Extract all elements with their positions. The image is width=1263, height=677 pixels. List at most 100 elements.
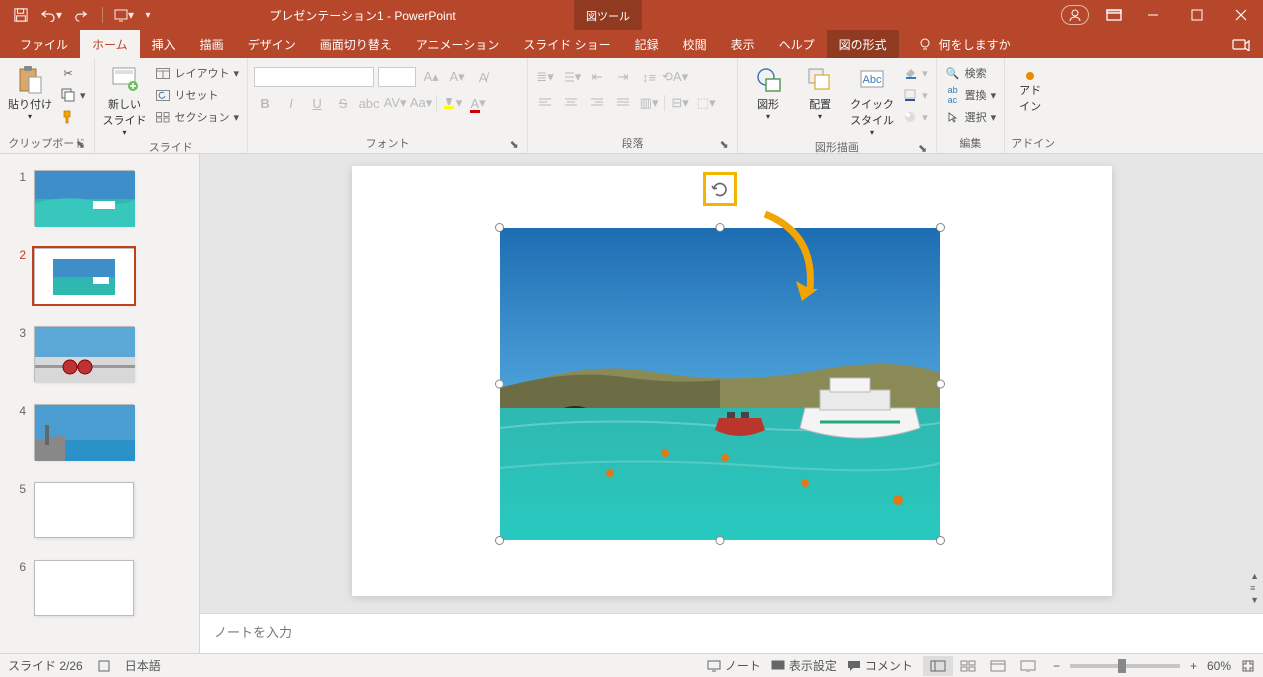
zoom-in-button[interactable]: + [1190,659,1197,673]
drawing-launcher[interactable]: ⬊ [916,141,930,155]
font-family-select[interactable] [254,67,374,87]
thumb-3[interactable]: 3 [0,322,199,400]
font-launcher[interactable]: ⬊ [507,137,521,151]
change-case-button[interactable]: Aa▾ [410,93,432,113]
section-button[interactable]: セクション ▾ [153,108,242,126]
slide-thumbnail[interactable] [34,560,134,616]
thumb-4[interactable]: 4 [0,400,199,478]
underline-button[interactable]: U [306,93,328,113]
font-color-button[interactable]: A▾ [467,93,489,113]
notes-pane[interactable]: ノートを入力 [200,613,1263,653]
bullets-button[interactable]: ≣▾ [534,67,556,87]
tab-picture-format[interactable]: 図の形式 [827,30,899,58]
smartart-button[interactable]: ⬚▾ [695,93,717,113]
tab-draw[interactable]: 描画 [188,30,236,58]
minimize-button[interactable] [1131,0,1175,30]
text-direction-button[interactable]: ⟲A▾ [664,67,686,87]
tab-record[interactable]: 記録 [623,30,671,58]
align-text-button[interactable]: ⊟▾ [669,93,691,113]
shadow-button[interactable]: abc [358,93,380,113]
spellcheck-button[interactable] [97,659,111,673]
qat-customize-button[interactable]: ▾ [141,3,155,27]
slide-canvas[interactable] [352,166,1112,596]
language-indicator[interactable]: 日本語 [125,657,161,674]
zoom-slider[interactable] [1070,664,1180,668]
increase-font-icon[interactable]: A▴ [420,67,442,87]
rotation-handle[interactable] [703,172,737,206]
arrange-button[interactable]: 配置▾ [796,62,844,121]
splitter-up-icon[interactable]: ▲ [1250,571,1259,581]
zoom-out-button[interactable]: − [1053,659,1060,673]
addins-button[interactable]: アド イン [1011,62,1049,114]
slide-panel[interactable]: 1 2 3 4 5 6 [0,154,200,653]
thumb-6[interactable]: 6 [0,556,199,634]
tab-insert[interactable]: 挿入 [140,30,188,58]
undo-button[interactable]: ▾ [38,3,64,27]
select-button[interactable]: 選択 ▾ [943,108,999,126]
clear-formatting-icon[interactable]: A̸ [472,67,494,87]
cut-button[interactable]: ✂ [58,64,88,82]
splitter-down-icon[interactable]: ▼ [1250,595,1259,605]
tab-transitions[interactable]: 画面切り替え [308,30,404,58]
find-button[interactable]: 🔍検索 [943,64,999,82]
selected-picture[interactable] [500,228,940,540]
bold-button[interactable]: B [254,93,276,113]
char-spacing-button[interactable]: AV▾ [384,93,406,113]
display-settings-button[interactable]: 表示設定 [771,657,837,674]
slide-canvas-scroll[interactable]: ▲ ≡ ▼ [200,154,1263,613]
tab-home[interactable]: ホーム [80,30,140,58]
slide-thumbnail[interactable] [34,404,134,460]
fit-to-window-button[interactable] [1241,659,1255,673]
increase-indent-button[interactable]: ⇥ [612,67,634,87]
tab-design[interactable]: デザイン [236,30,308,58]
numbering-button[interactable]: ▾ [560,67,582,87]
align-right-button[interactable] [586,93,608,113]
align-center-button[interactable] [560,93,582,113]
thumb-1[interactable]: 1 [0,166,199,244]
paragraph-launcher[interactable]: ⬊ [717,137,731,151]
copy-button[interactable]: ▾ [58,86,88,104]
thumb-2[interactable]: 2 [0,244,199,322]
slide-thumbnail[interactable] [34,170,134,226]
italic-button[interactable]: I [280,93,302,113]
sorter-view-button[interactable] [953,656,983,676]
quick-styles-button[interactable]: Abc クイック スタイル▾ [848,62,896,137]
reading-view-button[interactable] [983,656,1013,676]
reset-button[interactable]: リセット [153,86,242,104]
line-spacing-button[interactable]: ↕≡ [638,67,660,87]
slide-thumbnail[interactable] [34,482,134,538]
format-painter-button[interactable] [58,108,88,126]
slide-thumbnail[interactable] [34,248,134,304]
normal-view-button[interactable] [923,656,953,676]
splitter-controls[interactable]: ▲ ≡ ▼ [1248,567,1261,609]
close-button[interactable] [1219,0,1263,30]
splitter-grip-icon[interactable]: ≡ [1250,583,1259,593]
share-button[interactable] [1219,30,1263,58]
shape-outline-button[interactable]: ▾ [900,86,930,104]
start-from-beginning-button[interactable]: ▾ [111,3,137,27]
columns-button[interactable]: ▥▾ [638,93,660,113]
highlight-button[interactable]: ▾ [441,93,463,113]
save-button[interactable] [8,3,34,27]
paste-button[interactable]: 貼り付け ▾ [6,62,54,121]
align-left-button[interactable] [534,93,556,113]
slide-thumbnail[interactable] [34,326,134,382]
replace-button[interactable]: abac置換 ▾ [943,86,999,104]
shapes-button[interactable]: 図形▾ [744,62,792,121]
tab-review[interactable]: 校閲 [671,30,719,58]
decrease-indent-button[interactable]: ⇤ [586,67,608,87]
notes-toggle[interactable]: ノート [707,657,761,674]
ribbon-display-options-button[interactable] [1097,0,1131,30]
shape-effects-button[interactable]: ▾ [900,108,930,126]
tab-view[interactable]: 表示 [719,30,767,58]
maximize-button[interactable] [1175,0,1219,30]
tab-help[interactable]: ヘルプ [767,30,827,58]
justify-button[interactable] [612,93,634,113]
comments-button[interactable]: コメント [847,657,913,674]
clipboard-launcher[interactable]: ⬊ [74,137,88,151]
tab-animations[interactable]: アニメーション [404,30,512,58]
new-slide-button[interactable]: 新しい スライド ▾ [101,62,149,137]
strike-button[interactable]: S [332,93,354,113]
shape-fill-button[interactable]: ▾ [900,64,930,82]
slide-indicator[interactable]: スライド 2/26 [8,657,83,674]
